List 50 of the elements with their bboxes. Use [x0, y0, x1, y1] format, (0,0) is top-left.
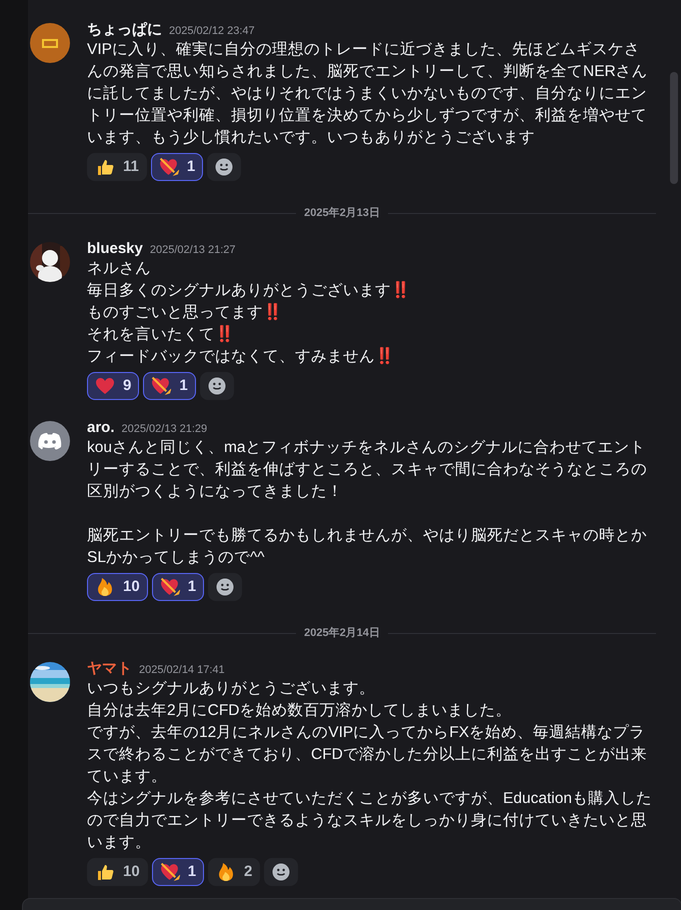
- message-text: 毎日多くのシグナルありがとうございます‼: [87, 280, 411, 301]
- add-reaction-button[interactable]: [200, 372, 234, 400]
- heart-icon: [95, 376, 115, 396]
- avatar-icon[interactable]: [30, 23, 70, 63]
- username[interactable]: aro.: [87, 417, 115, 440]
- scrollbar-thumb[interactable]: [670, 72, 678, 184]
- date-divider: 2025年2月13日: [304, 206, 380, 221]
- message-text: 今はシグナルを参考にさせていただくことが多いですが、Educationも購入したので自力でエントリーできるようなスキルをしっかり身に付けていきたいと思います。: [87, 789, 653, 853]
- message-text: 自分は去年2月にCFDを始め数百万溶かしてしまいました。: [87, 701, 512, 721]
- add-reaction-button[interactable]: [207, 153, 242, 181]
- timestamp: 2025/02/13 21:27: [150, 243, 236, 258]
- message-text: それを言いたくて‼: [87, 324, 235, 345]
- username[interactable]: ちょっぱに: [87, 19, 162, 42]
- reaction-button[interactable]: 9: [87, 372, 140, 400]
- reaction-button[interactable]: 2: [208, 858, 260, 886]
- username[interactable]: ヤマト: [87, 658, 132, 680]
- date-divider: 2025年2月14日: [304, 626, 380, 641]
- smiley-icon: [272, 863, 290, 881]
- avatar-icon[interactable]: [30, 421, 70, 461]
- message-text: kouさんと同じく、maとフィボナッチをネルさんのシグナルに合わせてエントリーすることで、利益を伸ばすところと、スキャで間に合わなそうなところの区別がつくようになってきました！: [87, 438, 648, 502]
- timestamp: 2025/02/13 21:29: [122, 422, 208, 437]
- timestamp: 2025/02/14 17:41: [139, 663, 225, 678]
- heart-with-arrow-icon: [160, 862, 180, 882]
- thumbs-up-icon: [95, 157, 115, 177]
- message-text: ものすごいと思ってます‼: [87, 302, 283, 323]
- reaction-button[interactable]: 11: [87, 153, 147, 181]
- reaction-button[interactable]: 10: [87, 573, 148, 601]
- heart-with-arrow-icon: [158, 157, 179, 177]
- reaction-button[interactable]: 1: [150, 153, 204, 181]
- message-text: 脳死エントリーでも勝てるかもしれませんが、やはり脳死だとスキャの時とかSLかかってしまうので^^: [87, 526, 648, 568]
- smiley-icon: [208, 377, 226, 395]
- add-reaction-button[interactable]: [208, 573, 242, 601]
- reaction-button[interactable]: 10: [87, 858, 148, 886]
- message-text: VIPに入り、確実に自分の理想のトレードに近づきました、先ほどムギスケさんの発言で思い知らされました、脳死でエントリーして、判断を全てNERさんに託してましたが、やはりそれではうまくいかないものです、自分なりにエントリー位置や利確、損切り位置を決めてから少しずつですが、利益を増やせています、もう少し慣れたいです。いつもありがとうございます: [87, 40, 649, 148]
- reaction-button[interactable]: 1: [152, 858, 204, 886]
- fire-icon: [95, 577, 115, 597]
- timestamp: 2025/02/12 23:47: [169, 24, 255, 39]
- reaction-button[interactable]: 1: [143, 372, 196, 400]
- message-text: ですが、去年の12月にネルさんのVIPに入ってからFXを始め、毎週結構なプラスで終わることができており、CFDで溶かした分以上に利益を出すことが出来ています。: [87, 723, 648, 787]
- message-text: いつもシグナルありがとうございます。: [87, 679, 376, 699]
- username[interactable]: bluesky: [87, 238, 143, 260]
- message-text: ネルさん: [87, 259, 152, 279]
- reaction-button[interactable]: 1: [152, 573, 204, 601]
- message-text: フィードバックではなくて、すみません‼: [87, 346, 395, 367]
- add-reaction-button[interactable]: [264, 858, 298, 886]
- smiley-icon: [216, 578, 234, 596]
- thumbs-up-icon: [95, 862, 115, 882]
- heart-with-arrow-icon: [160, 577, 180, 597]
- heart-with-arrow-icon: [151, 376, 172, 396]
- smiley-icon: [215, 158, 234, 176]
